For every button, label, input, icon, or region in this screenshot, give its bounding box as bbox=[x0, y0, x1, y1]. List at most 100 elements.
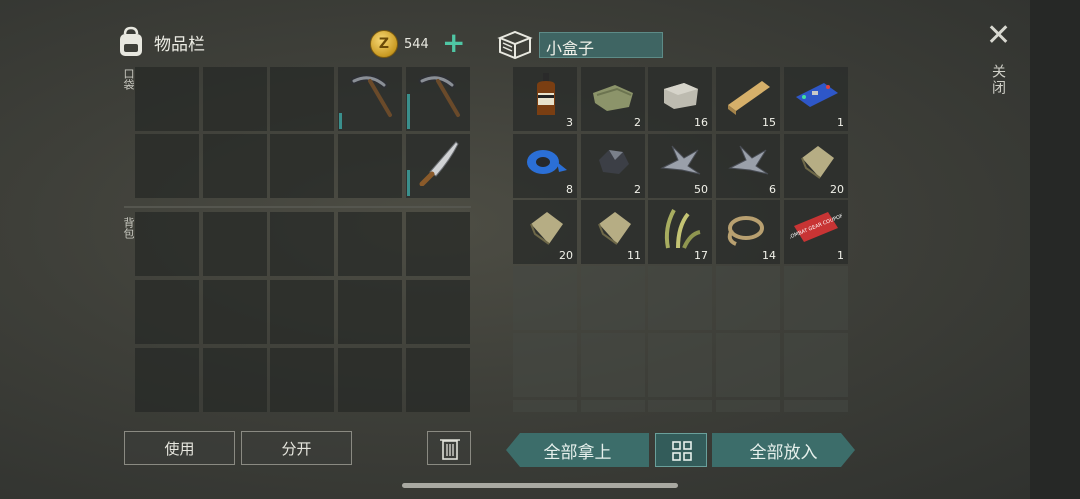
backpack-slot[interactable] bbox=[203, 280, 267, 344]
grid-icon bbox=[672, 441, 692, 461]
close-label[interactable]: 关闭 bbox=[988, 64, 1008, 96]
container-slot[interactable] bbox=[648, 400, 712, 412]
whiskey-bottle-icon bbox=[537, 73, 555, 115]
backpack-slot[interactable] bbox=[135, 212, 199, 276]
container-slot[interactable]: 16 bbox=[648, 67, 712, 131]
backpack-slot[interactable] bbox=[203, 212, 267, 276]
pocket-label: 口袋 bbox=[122, 68, 135, 90]
trash-icon bbox=[440, 439, 460, 460]
durability-bar bbox=[339, 113, 342, 129]
item-count: 1 bbox=[837, 116, 844, 129]
inventory-title: 物品栏 bbox=[154, 34, 205, 55]
item-count: 8 bbox=[566, 183, 573, 196]
backpack-slot[interactable] bbox=[270, 348, 334, 412]
container-slot[interactable] bbox=[581, 266, 645, 330]
item-count: 15 bbox=[762, 116, 776, 129]
metal-scrap-icon bbox=[660, 145, 701, 175]
machete-icon bbox=[419, 141, 459, 186]
container-slot[interactable] bbox=[716, 400, 780, 412]
container-slot[interactable]: COMBAT GEAR COUPON 1 bbox=[784, 200, 848, 264]
container-slot[interactable] bbox=[716, 333, 780, 397]
metal-scrap-icon bbox=[728, 145, 769, 175]
pocket-slot[interactable] bbox=[338, 134, 402, 198]
coin-icon: Z bbox=[370, 30, 398, 58]
backpack-slot[interactable] bbox=[270, 212, 334, 276]
durability-bar bbox=[407, 93, 410, 129]
rope-icon bbox=[727, 216, 764, 246]
container-slot[interactable] bbox=[784, 333, 848, 397]
plant-fiber-icon bbox=[664, 209, 701, 249]
backpack-slot[interactable] bbox=[135, 280, 199, 344]
backpack-slot[interactable] bbox=[406, 212, 470, 276]
item-count: 11 bbox=[627, 249, 641, 262]
pocket-slot[interactable] bbox=[135, 134, 199, 198]
item-count: 2 bbox=[634, 183, 641, 196]
backpack-slot[interactable] bbox=[406, 348, 470, 412]
pickaxe-icon bbox=[350, 74, 392, 117]
durability-bar bbox=[407, 170, 410, 196]
container-slot[interactable] bbox=[581, 400, 645, 412]
backpack-slot[interactable] bbox=[406, 280, 470, 344]
home-indicator[interactable] bbox=[402, 483, 678, 488]
add-coins-button[interactable]: + bbox=[442, 26, 465, 60]
coin-amount: 544 bbox=[404, 36, 429, 52]
item-count: 6 bbox=[769, 183, 776, 196]
container-slot[interactable]: 2 bbox=[581, 67, 645, 131]
coin-balance: Z 544 bbox=[370, 30, 429, 58]
pocket-slot-machete[interactable] bbox=[406, 134, 470, 198]
coupon-icon: COMBAT GEAR COUPON bbox=[790, 212, 842, 242]
pocket-slot[interactable] bbox=[203, 134, 267, 198]
container-slot[interactable]: 20 bbox=[784, 134, 848, 198]
inventory-divider bbox=[124, 206, 471, 208]
backpack-slot[interactable] bbox=[203, 348, 267, 412]
sort-button[interactable] bbox=[655, 433, 707, 467]
container-slot[interactable] bbox=[648, 333, 712, 397]
container-slot[interactable] bbox=[581, 333, 645, 397]
backpack-slot[interactable] bbox=[338, 280, 402, 344]
pocket-slot-pickaxe[interactable] bbox=[338, 67, 402, 131]
container-slot[interactable]: 15 bbox=[716, 67, 780, 131]
take-all-button[interactable]: 全部拿上 bbox=[506, 433, 649, 467]
pocket-slot[interactable] bbox=[203, 67, 267, 131]
container-slot[interactable] bbox=[784, 400, 848, 412]
container-slot[interactable] bbox=[648, 266, 712, 330]
container-slot[interactable] bbox=[513, 333, 577, 397]
container-name-field[interactable]: 小盒子 bbox=[539, 32, 663, 58]
container-slot[interactable]: 17 bbox=[648, 200, 712, 264]
pocket-slot[interactable] bbox=[270, 134, 334, 198]
container-header: 小盒子 bbox=[497, 30, 663, 60]
trash-button[interactable] bbox=[427, 431, 471, 465]
container-slot[interactable]: 8 bbox=[513, 134, 577, 198]
container-slot[interactable] bbox=[716, 266, 780, 330]
fabric-rag-icon bbox=[530, 212, 563, 245]
container-slot[interactable]: 6 bbox=[716, 134, 780, 198]
stone-icon bbox=[664, 83, 698, 109]
container-slot[interactable]: 11 bbox=[581, 200, 645, 264]
container-slot[interactable]: 14 bbox=[716, 200, 780, 264]
backpack-slot[interactable] bbox=[135, 348, 199, 412]
container-slot[interactable]: 20 bbox=[513, 200, 577, 264]
backpack-slot[interactable] bbox=[270, 280, 334, 344]
container-slot[interactable]: 2 bbox=[581, 134, 645, 198]
container-slot[interactable]: 3 bbox=[513, 67, 577, 131]
item-count: 14 bbox=[762, 249, 776, 262]
container-slot[interactable] bbox=[513, 400, 577, 412]
container-slot[interactable] bbox=[513, 266, 577, 330]
pocket-slot[interactable] bbox=[270, 67, 334, 131]
pocket-slot-pickaxe[interactable] bbox=[406, 67, 470, 131]
container-slot[interactable] bbox=[784, 266, 848, 330]
container-slot[interactable]: 1 bbox=[784, 67, 848, 131]
backpack-slot[interactable] bbox=[338, 212, 402, 276]
close-icon[interactable]: ✕ bbox=[986, 21, 1011, 51]
pocket-slot[interactable] bbox=[135, 67, 199, 131]
item-count: 2 bbox=[634, 116, 641, 129]
container-slot[interactable]: 50 bbox=[648, 134, 712, 198]
fabric-rag-icon bbox=[598, 212, 631, 245]
box-icon bbox=[497, 30, 533, 60]
put-all-button[interactable]: 全部放入 bbox=[712, 433, 855, 467]
right-edge-panel bbox=[1030, 0, 1080, 499]
split-button[interactable]: 分开 bbox=[241, 431, 352, 465]
use-button[interactable]: 使用 bbox=[124, 431, 235, 465]
blue-tape-icon bbox=[527, 150, 567, 174]
backpack-slot[interactable] bbox=[338, 348, 402, 412]
